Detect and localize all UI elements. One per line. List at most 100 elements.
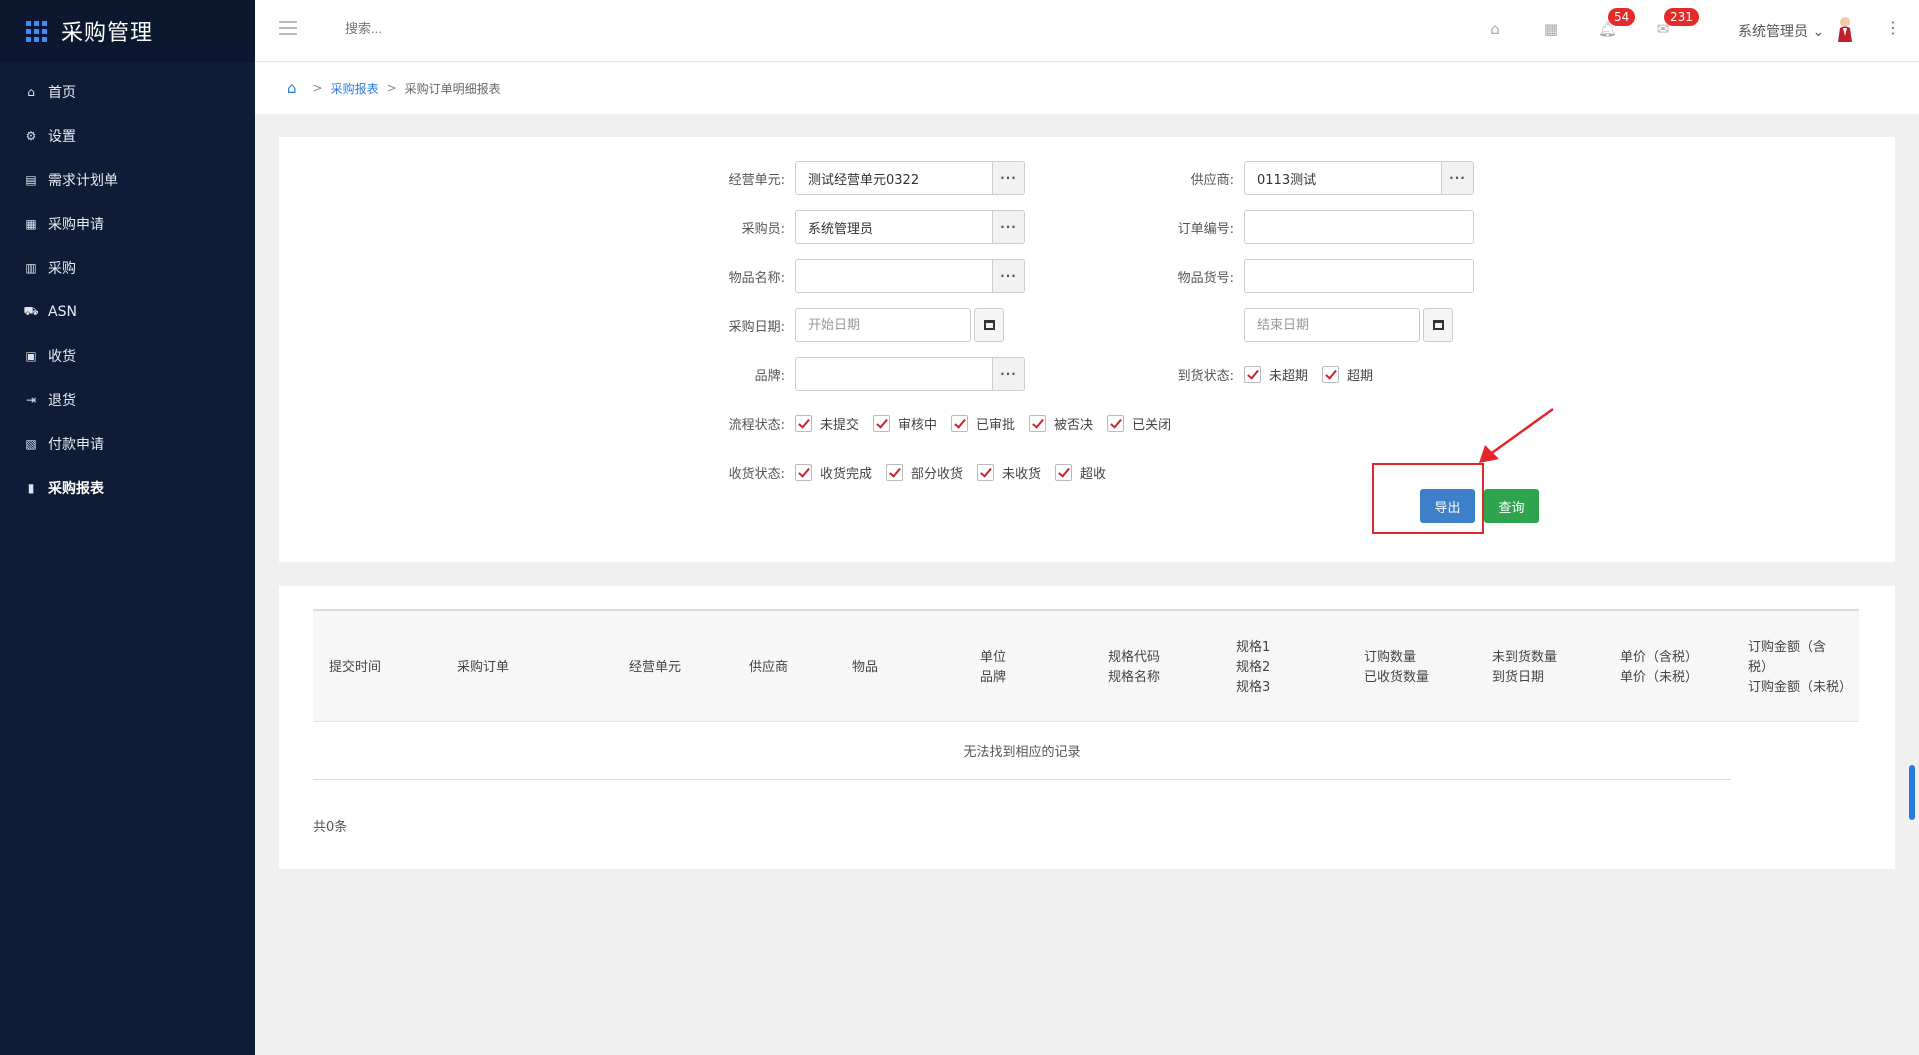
checkbox-overdue[interactable]: 超期 <box>1322 365 1373 384</box>
column-header[interactable]: 订购金额（含税） 订购金额（未税） <box>1748 611 1852 724</box>
column-header[interactable]: 订购数量 已收货数量 <box>1364 611 1474 724</box>
mail-icon[interactable]: ✉ 231 <box>1654 8 1699 38</box>
order-no-row: 订单编号: <box>1160 210 1474 244</box>
scrollbar-thumb[interactable] <box>1909 765 1915 820</box>
export-button[interactable]: 导出 <box>1420 489 1475 523</box>
breadcrumb-parent[interactable]: 采购报表 <box>331 80 379 97</box>
calendar-icon[interactable] <box>1423 308 1453 342</box>
buyer-row: 采购员: ··· <box>711 210 1025 244</box>
business-unit-field[interactable]: ··· <box>795 161 1025 195</box>
sidebar-item-purchase-report[interactable]: ▮ 采购报表 <box>0 466 255 510</box>
checkbox-received-complete[interactable]: 收货完成 <box>795 463 872 482</box>
sign-out-icon: ⇥ <box>25 393 37 407</box>
sidebar-item-return[interactable]: ⇥ 退货 <box>0 378 255 422</box>
home-icon[interactable]: ⌂ <box>1486 20 1504 38</box>
home-icon: ⌂ <box>27 85 35 99</box>
column-header[interactable]: 规格代码 规格名称 <box>1108 611 1218 724</box>
buyer-input[interactable] <box>796 211 992 243</box>
column-header[interactable]: 物品 <box>852 611 942 724</box>
checkbox-closed[interactable]: 已关闭 <box>1107 414 1171 433</box>
column-header[interactable]: 经营单元 <box>629 611 739 724</box>
brand: 采购管理 <box>0 0 255 62</box>
arrival-status-row: 到货状态: 未超期 超期 <box>1160 357 1387 391</box>
item-name-field[interactable]: ··· <box>795 259 1025 293</box>
search-input[interactable] <box>345 21 545 36</box>
breadcrumb-home-icon[interactable]: ⌂ <box>287 79 297 97</box>
filter-panel: 经营单元: ··· 供应商: ··· 采购员: ··· 订单编号: 物品名称: … <box>279 137 1895 562</box>
sidebar-nav: ⌂ 首页 ⚙ 设置 ▤ 需求计划单 ▦ 采购申请 ▥ 采购 ⛟ ASN ▣ 收货 ⇥ 退货 ▧ 付… <box>0 62 255 510</box>
user-menu[interactable]: 系统管理员 ⌄ <box>1738 21 1824 41</box>
receive-status-row: 收货状态: 收货完成 部分收货 未收货 超收 <box>711 455 1120 489</box>
sidebar-item-settings[interactable]: ⚙ 设置 <box>0 114 255 158</box>
start-date-field[interactable] <box>795 308 978 342</box>
sidebar-item-home[interactable]: ⌂ 首页 <box>0 70 255 114</box>
column-header[interactable]: 规格1 规格2 规格3 <box>1236 611 1336 724</box>
brand-input[interactable] <box>796 358 992 390</box>
checkbox-not-submitted[interactable]: 未提交 <box>795 414 859 433</box>
checkbox-reviewing[interactable]: 审核中 <box>873 414 937 433</box>
bell-badge: 54 <box>1608 8 1636 26</box>
ellipsis-icon[interactable]: ··· <box>992 162 1024 194</box>
bar-chart-icon: ▮ <box>27 481 35 495</box>
brand-row: 品牌: ··· <box>711 357 1025 391</box>
supplier-field[interactable]: ··· <box>1244 161 1474 195</box>
sidebar-item-receiving[interactable]: ▣ 收货 <box>0 334 255 378</box>
column-header[interactable]: 未到货数量 到货日期 <box>1492 611 1602 724</box>
checkbox-rejected[interactable]: 被否决 <box>1029 414 1093 433</box>
column-header[interactable]: 供应商 <box>749 611 839 724</box>
order-no-input[interactable] <box>1245 211 1473 243</box>
results-panel: 提交时间 采购订单 经营单元 供应商 物品 单位 品牌 规格代码 规格名称 规格… <box>279 586 1895 869</box>
end-date-row <box>1244 308 1453 342</box>
grid-icon[interactable]: ▦ <box>1542 20 1560 38</box>
supplier-input[interactable] <box>1245 162 1441 194</box>
end-date-input[interactable] <box>1245 309 1427 341</box>
column-header[interactable]: 单价（含税） 单价（未税） <box>1620 611 1730 724</box>
item-name-input[interactable] <box>796 260 992 292</box>
sidebar-item-purchase-request[interactable]: ▦ 采购申请 <box>0 202 255 246</box>
empty-message: 无法找到相应的记录 <box>313 722 1731 780</box>
sidebar-item-asn[interactable]: ⛟ ASN <box>0 290 255 334</box>
mail-badge: 231 <box>1664 8 1699 26</box>
checkbox-approved[interactable]: 已审批 <box>951 414 1015 433</box>
item-code-input[interactable] <box>1245 260 1473 292</box>
form-icon: ▦ <box>25 217 37 231</box>
item-code-field[interactable] <box>1244 259 1474 293</box>
ellipsis-icon[interactable]: ··· <box>992 211 1024 243</box>
brand-field[interactable]: ··· <box>795 357 1025 391</box>
start-date-input[interactable] <box>796 309 978 341</box>
annotation-arrow-icon <box>1479 407 1554 463</box>
buyer-field[interactable]: ··· <box>795 210 1025 244</box>
sidebar-item-purchase[interactable]: ▥ 采购 <box>0 246 255 290</box>
sidebar-item-payment-request[interactable]: ▧ 付款申请 <box>0 422 255 466</box>
ellipsis-icon[interactable]: ··· <box>1441 162 1473 194</box>
app-title: 采购管理 <box>61 21 154 46</box>
business-unit-input[interactable] <box>796 162 992 194</box>
apps-grid-icon[interactable] <box>26 20 47 42</box>
gear-icon: ⚙ <box>25 129 37 143</box>
menu-toggle-icon[interactable] <box>279 21 297 35</box>
checkbox-not-overdue[interactable]: 未超期 <box>1244 365 1308 384</box>
checkbox-over-received[interactable]: 超收 <box>1055 463 1106 482</box>
breadcrumb-current: 采购订单明细报表 <box>404 81 501 96</box>
supplier-row: 供应商: ··· <box>1160 161 1474 195</box>
sidebar: 采购管理 ⌂ 首页 ⚙ 设置 ▤ 需求计划单 ▦ 采购申请 ▥ 采购 ⛟ ASN ▣ 收货 ⇥… <box>0 0 255 1055</box>
bell-icon[interactable]: 🔔︎ 54 <box>1598 8 1636 38</box>
inbox-icon: ▣ <box>25 349 37 363</box>
checkbox-partially-received[interactable]: 部分收货 <box>886 463 963 482</box>
document-icon: ▤ <box>25 173 37 187</box>
table-header: 提交时间 采购订单 经营单元 供应商 物品 单位 品牌 规格代码 规格名称 规格… <box>313 609 1859 722</box>
checkbox-not-received[interactable]: 未收货 <box>977 463 1041 482</box>
order-no-field[interactable] <box>1244 210 1474 244</box>
calendar-icon[interactable] <box>974 308 1004 342</box>
sidebar-item-demand-plan[interactable]: ▤ 需求计划单 <box>0 158 255 202</box>
column-header[interactable]: 提交时间 <box>329 611 439 724</box>
purchase-date-row: 采购日期: <box>711 308 1004 342</box>
avatar[interactable] <box>1835 16 1855 42</box>
query-button[interactable]: 查询 <box>1484 489 1539 523</box>
end-date-field[interactable] <box>1244 308 1427 342</box>
more-vertical-icon[interactable]: ⋮ <box>1885 18 1901 37</box>
ellipsis-icon[interactable]: ··· <box>992 358 1024 390</box>
ellipsis-icon[interactable]: ··· <box>992 260 1024 292</box>
column-header[interactable]: 采购订单 <box>457 611 587 724</box>
column-header[interactable]: 单位 品牌 <box>980 611 1080 724</box>
